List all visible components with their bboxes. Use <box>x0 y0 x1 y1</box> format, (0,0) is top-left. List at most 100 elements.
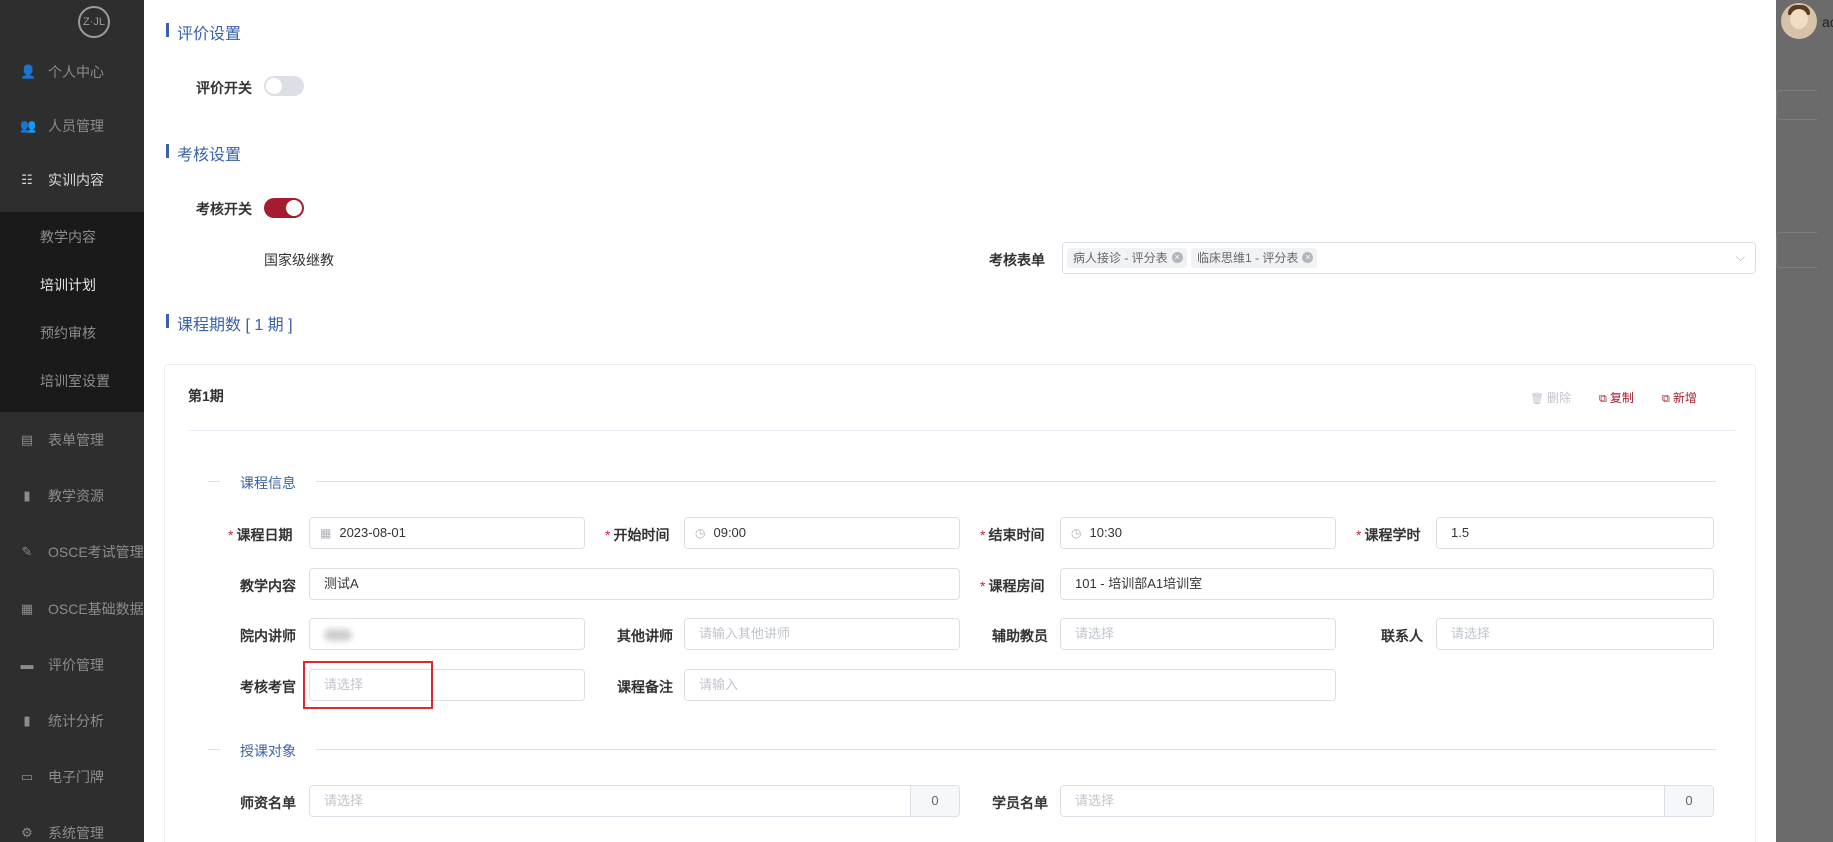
course-date-picker[interactable]: ▦ 2023-08-01 <box>309 517 585 549</box>
sidebar-item-osce-data[interactable]: ▦ OSCE基础数据 <box>0 587 144 631</box>
sidebar-item-personal-center[interactable]: 👤 个人中心 <box>0 50 144 94</box>
internal-lecturer-label: 院内讲师 <box>240 628 296 644</box>
teacher-list-label: 师资名单 <box>240 795 296 811</box>
submenu-item-training-plan[interactable]: 培训计划 <box>40 275 96 295</box>
course-hours-input[interactable]: 1.5 <box>1436 517 1714 549</box>
course-room-label: * 课程房间 <box>980 578 1045 594</box>
monitor-icon: ▭ <box>20 769 34 784</box>
card-header-divider <box>188 430 1736 431</box>
avatar[interactable] <box>1781 3 1817 39</box>
submenu-item-booking-review[interactable]: 预约审核 <box>40 323 96 343</box>
switch-knob <box>286 200 302 216</box>
username-text[interactable]: ac <box>1822 14 1833 30</box>
internal-lecturer-select[interactable] <box>309 618 585 650</box>
contact-select[interactable]: 请选择 <box>1436 618 1714 650</box>
sidebar-item-evaluation[interactable]: ▬ 评价管理 <box>0 643 144 687</box>
trash-icon: 🗑 <box>1530 393 1544 405</box>
sidebar-item-label: OSCE考试管理 <box>48 544 144 560</box>
form-icon: ▤ <box>20 432 34 447</box>
form-tag: 临床思维1 - 评分表 × <box>1191 248 1318 268</box>
teacher-count: 0 <box>910 786 959 816</box>
evaluation-switch[interactable] <box>264 76 304 96</box>
divider-line <box>316 481 1716 482</box>
chevron-down-icon[interactable]: ⌵ <box>1736 250 1745 265</box>
assessment-switch-label: 考核开关 <box>196 201 252 217</box>
other-lecturer-input[interactable]: 请输入其他讲师 <box>684 618 960 650</box>
gear-icon: ⚙ <box>21 825 33 840</box>
copy-icon: ⧉ <box>1599 393 1607 405</box>
course-room-select[interactable]: 101 - 培训部A1培训室 <box>1060 568 1714 600</box>
assistant-select[interactable]: 请选择 <box>1060 618 1336 650</box>
sidebar-item-system[interactable]: ⚙ 系统管理 <box>0 811 144 842</box>
section-title-assessment: 考核设置 <box>166 141 242 165</box>
student-list-select[interactable]: 请选择 0 <box>1060 785 1714 817</box>
course-hours-label: * 课程学时 <box>1356 527 1421 543</box>
sidebar-item-label: 表单管理 <box>48 432 104 448</box>
examiner-label: 考核考官 <box>240 679 296 695</box>
close-icon[interactable]: × <box>1302 252 1314 264</box>
clock-icon: ◷ <box>695 526 706 540</box>
sidebar-item-label: 实训内容 <box>48 172 104 188</box>
sidebar-item-label: 人员管理 <box>48 118 104 134</box>
sidebar-item-e-doorplate[interactable]: ▭ 电子门牌 <box>0 755 144 799</box>
assessment-switch[interactable] <box>264 198 304 218</box>
assessment-form-select[interactable]: 病人接诊 - 评分表 × 临床思维1 - 评分表 × ⌵ <box>1062 242 1756 274</box>
sidebar: Z·JL 👤 个人中心 👥 人员管理 ☷ 实训内容 教学内容 培训计划 预约审核… <box>0 0 144 842</box>
add-button[interactable]: ⧉ 新增 <box>1662 389 1697 406</box>
copy-button[interactable]: ⧉ 复制 <box>1599 389 1634 406</box>
app-logo: Z·JL <box>78 6 110 38</box>
submenu-item-room-settings[interactable]: 培训室设置 <box>40 371 110 391</box>
other-lecturer-label: 其他讲师 <box>617 628 673 644</box>
tree-icon: ☷ <box>21 172 33 187</box>
section-title-text: 评价设置 <box>177 26 242 43</box>
contact-label: 联系人 <box>1381 628 1423 644</box>
list-icon: ▬ <box>20 657 34 672</box>
course-remark-label: 课程备注 <box>617 679 673 695</box>
form-tag-label: 病人接诊 - 评分表 <box>1073 251 1168 265</box>
sidebar-item-teaching-resources[interactable]: ▮ 教学资源 <box>0 474 144 518</box>
teaching-content-label: 教学内容 <box>240 578 296 594</box>
start-time-picker[interactable]: ◷ 09:00 <box>684 517 960 549</box>
user-icon: 👤 <box>20 64 37 79</box>
sidebar-item-label: 电子门牌 <box>48 769 104 785</box>
sidebar-item-label: 统计分析 <box>48 713 104 729</box>
assessment-level-text: 国家级继教 <box>264 252 334 268</box>
period-title: 第1期 <box>188 388 224 404</box>
student-list-label: 学员名单 <box>992 795 1048 811</box>
edit-icon: ✎ <box>21 544 33 559</box>
background-select <box>1776 90 1817 120</box>
close-icon[interactable]: × <box>1171 252 1183 264</box>
sidebar-item-label: 系统管理 <box>48 825 104 841</box>
users-icon: 👥 <box>20 118 37 133</box>
assistant-label: 辅助教员 <box>992 628 1048 644</box>
sidebar-item-osce-exam[interactable]: ✎ OSCE考试管理 <box>0 530 144 574</box>
teaching-content-input[interactable]: 测试A <box>309 568 960 600</box>
copy-label: 复制 <box>1609 391 1634 405</box>
sidebar-item-statistics[interactable]: ▮ 统计分析 <box>0 699 144 743</box>
end-time-picker[interactable]: ◷ 10:30 <box>1060 517 1336 549</box>
sidebar-item-personnel[interactable]: 👥 人员管理 <box>0 104 144 148</box>
section-title-periods: 课程期数 [ 1 期 ] <box>166 311 293 335</box>
sidebar-item-label: OSCE基础数据 <box>48 601 144 617</box>
end-time-label: * 结束时间 <box>980 527 1045 543</box>
delete-button[interactable]: 🗑 删除 <box>1530 389 1571 406</box>
sidebar-item-label: 个人中心 <box>48 64 104 80</box>
evaluation-switch-label: 评价开关 <box>196 80 252 96</box>
course-remark-input[interactable]: 请输入 <box>684 669 1336 701</box>
course-date-label: * 课程日期 <box>228 527 293 543</box>
calendar-icon: ▦ <box>320 526 332 540</box>
divider-line <box>316 749 1716 750</box>
section-title-text: 考核设置 <box>177 147 242 164</box>
submenu-item-teaching-content[interactable]: 教学内容 <box>40 227 96 247</box>
bar-chart-icon: ▮ <box>23 713 31 728</box>
background-overlay <box>1776 0 1833 842</box>
divider-audience: 授课对象 <box>240 743 296 759</box>
section-bar <box>166 23 169 37</box>
sidebar-item-form-management[interactable]: ▤ 表单管理 <box>0 418 144 462</box>
section-title-text: 课程期数 [ 1 期 ] <box>177 317 293 334</box>
clock-icon: ◷ <box>1071 526 1082 540</box>
assessment-form-label: 考核表单 <box>989 252 1045 268</box>
avatar-face <box>1790 9 1808 29</box>
sidebar-item-training-content[interactable]: ☷ 实训内容 <box>0 158 144 202</box>
teacher-list-select[interactable]: 请选择 0 <box>309 785 960 817</box>
